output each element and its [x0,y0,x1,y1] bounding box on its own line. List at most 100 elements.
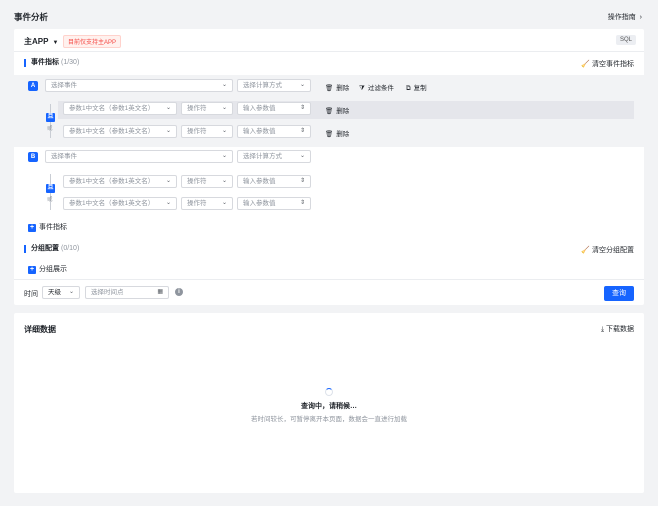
add-event-metric-button[interactable]: + 事件指标 [28,222,67,232]
placeholder: 操作符 [187,200,207,207]
guide-link[interactable]: 操作指南 › [608,12,642,22]
clear-group-config-button[interactable]: 🧹 清空分组配置 [581,245,634,255]
placeholder: 操作符 [187,128,207,135]
granularity-select[interactable]: 天级 ⌄ [42,286,80,299]
condition-value-input[interactable]: 输入参数值 ⇕ [237,125,311,138]
condition-operator-select[interactable]: 操作符 ⌄ [181,102,233,115]
placeholder: 输入参数值 [243,200,276,207]
chevron-down-icon: ⌄ [68,289,74,295]
event-metrics-title: 事件指标 (1/30) [24,59,79,67]
condition-value-input[interactable]: 输入参数值 ⇕ [237,197,311,210]
chevron-down-icon: ⌄ [165,178,171,184]
metric-b-calc-select[interactable]: 选择计算方式 ⌄ [237,150,311,163]
condition-param-select[interactable]: 参数1中文名（参数1英文名） ⌄ [63,125,177,138]
download-label: 下载数据 [606,326,634,333]
and-toggle[interactable]: 且 [46,184,55,193]
query-button[interactable]: 查询 [604,286,634,301]
metric-a-filter-button[interactable]: ⧩ 过滤条件 [359,82,394,93]
condition-operator-select[interactable]: 操作符 ⌄ [181,197,233,210]
chevron-down-icon: ⌄ [221,105,227,111]
section-count: (1/30) [61,59,80,66]
placeholder: 选择事件 [51,82,77,89]
download-icon: ⤓ [600,326,605,333]
placeholder: 选择计算方式 [243,153,282,160]
condition-operator-select[interactable]: 操作符 ⌄ [181,175,233,188]
chevron-down-icon: ⌄ [165,200,171,206]
metric-b-event-select[interactable]: 选择事件 ⌄ [45,150,233,163]
or-label[interactable]: 或 [47,195,53,203]
loading-spinner-icon [325,388,333,396]
trash-icon: 🗑 [325,85,334,92]
placeholder: 参数1中文名（参数1英文名） [69,128,155,135]
stepper-icon: ⇕ [299,200,305,206]
trash-icon: 🗑 [325,108,334,115]
add-group-button[interactable]: + 分组展示 [28,264,67,274]
action-label: 复制 [413,85,427,92]
app-selector[interactable]: 主APP ▼ [24,36,59,47]
placeholder: 操作符 [187,178,207,185]
placeholder: 参数1中文名（参数1英文名） [69,200,155,207]
chevron-down-icon: ⌄ [165,128,171,134]
time-label: 时间 [24,291,38,298]
app-name: 主APP [24,37,49,46]
condition-delete-button[interactable]: 🗑 删除 [325,128,349,138]
placeholder: 输入参数值 [243,105,276,112]
placeholder: 选择时间点 [91,289,124,296]
divider [14,279,644,280]
condition-value-input[interactable]: 输入参数值 ⇕ [237,175,311,188]
filter-icon: ⧩ [359,85,365,92]
calendar-icon: ▦ [157,289,163,295]
plus-icon: + [28,266,36,274]
condition-delete-button[interactable]: 🗑 删除 [325,105,349,115]
selected-value: 天级 [48,289,61,296]
add-label: 分组展示 [39,266,67,273]
date-picker[interactable]: 选择时间点 ▦ [85,286,169,299]
or-label[interactable]: 或 [47,124,53,132]
section-title-text: 分组配置 [31,245,59,252]
condition-param-select[interactable]: 参数1中文名（参数1英文名） ⌄ [63,175,177,188]
chevron-down-icon: ⌄ [299,153,305,159]
section-title-text: 事件指标 [31,59,59,66]
chevron-down-icon: ⌄ [221,153,227,159]
guide-label: 操作指南 [607,14,636,21]
clear-label: 清空分组配置 [592,247,634,254]
download-button[interactable]: ⤓ 下载数据 [601,324,634,334]
placeholder: 输入参数值 [243,128,276,135]
plus-icon: + [28,224,36,232]
add-label: 事件指标 [39,224,67,231]
broom-icon: 🧹 [581,61,591,68]
loading-title: 查询中，请稍候… [301,403,357,410]
condition-operator-select[interactable]: 操作符 ⌄ [181,125,233,138]
and-toggle[interactable]: 且 [46,113,55,122]
metric-a-delete-button[interactable]: 🗑 删除 [325,82,349,92]
config-card: 主APP ▼ 目前仅支持主APP SQL 事件指标 (1/30) 🧹 清空事件指标… [14,29,644,305]
clear-label: 清空事件指标 [592,61,634,68]
placeholder: 操作符 [187,105,207,112]
metric-b-badge: B [28,152,38,162]
copy-icon: ⧉ [406,85,411,92]
condition-param-select[interactable]: 参数1中文名（参数1英文名） ⌄ [63,197,177,210]
action-label: 过滤条件 [367,85,394,92]
action-label: 删除 [336,131,350,138]
metric-a-calc-select[interactable]: 选择计算方式 ⌄ [237,79,311,92]
broom-icon: 🧹 [581,247,591,254]
placeholder: 参数1中文名（参数1英文名） [69,105,155,112]
divider [14,51,644,52]
condition-value-input[interactable]: 输入参数值 ⇕ [237,102,311,115]
page-title: 事件分析 [14,12,49,22]
trash-icon: 🗑 [325,131,334,138]
metric-a-event-select[interactable]: 选择事件 ⌄ [45,79,233,92]
info-icon[interactable]: i [175,288,183,296]
clear-event-metrics-button[interactable]: 🧹 清空事件指标 [581,59,634,69]
stepper-icon: ⇕ [299,178,305,184]
placeholder: 输入参数值 [243,178,276,185]
caret-down-icon: ▼ [52,40,59,46]
notice-tag: 目前仅支持主APP [63,35,122,48]
metric-a-copy-button[interactable]: ⧉ 复制 [406,82,427,93]
action-label: 删除 [336,108,350,115]
section-count: (0/10) [61,245,80,252]
sql-button[interactable]: SQL [615,35,636,45]
chevron-down-icon: ⌄ [221,200,227,206]
placeholder: 选择计算方式 [243,82,282,89]
condition-param-select[interactable]: 参数1中文名（参数1英文名） ⌄ [63,102,177,115]
